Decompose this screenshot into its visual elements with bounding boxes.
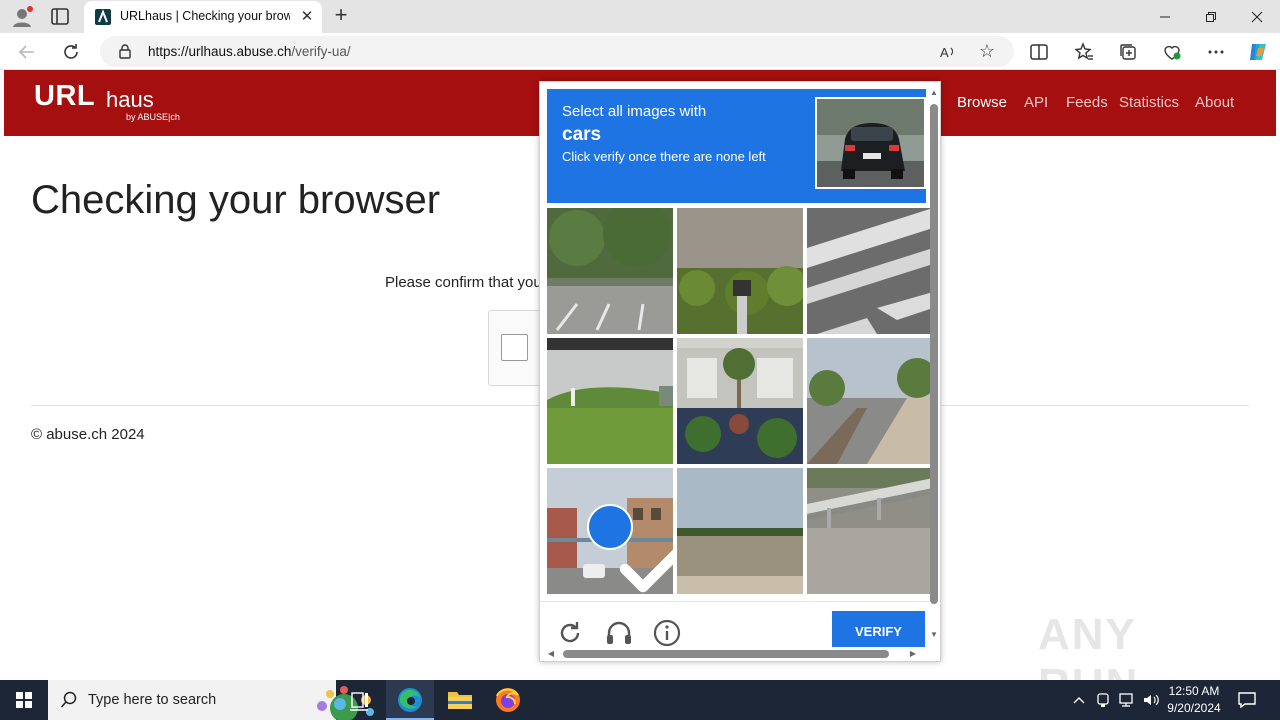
- refresh-challenge-icon[interactable]: [556, 618, 586, 648]
- minimize-icon[interactable]: [1142, 0, 1188, 32]
- search-icon: [60, 691, 78, 709]
- refresh-icon[interactable]: [58, 39, 84, 65]
- challenge-vertical-scrollbar[interactable]: ▲ ▼: [929, 88, 939, 640]
- challenge-horizontal-scrollbar[interactable]: ◀ ▶: [546, 648, 924, 660]
- scroll-up-icon[interactable]: ▲: [929, 88, 939, 98]
- show-hidden-icons-icon[interactable]: [1070, 691, 1088, 709]
- nav-about[interactable]: About: [1195, 94, 1234, 111]
- page-title: Checking your browser: [31, 178, 441, 222]
- captcha-challenge-dialog: Select all images with cars Click verify…: [539, 81, 941, 662]
- copilot-icon[interactable]: [1246, 40, 1270, 64]
- active-tab[interactable]: URLhaus | Checking your browser ✕: [84, 1, 322, 33]
- lock-icon[interactable]: [118, 44, 132, 59]
- captcha-checkbox[interactable]: [501, 334, 528, 361]
- captcha-tile-9[interactable]: [807, 468, 933, 594]
- tab-actions-icon[interactable]: [48, 6, 72, 28]
- start-button[interactable]: [0, 680, 48, 720]
- new-tab-button[interactable]: +: [330, 4, 352, 27]
- nav-feeds[interactable]: Feeds: [1066, 94, 1108, 111]
- audio-challenge-icon[interactable]: [604, 618, 634, 648]
- url-text: https://urlhaus.abuse.ch/verify-ua/: [148, 44, 351, 59]
- read-aloud-icon[interactable]: A: [938, 42, 958, 62]
- clock-date: 9/20/2024: [1167, 701, 1221, 715]
- captcha-tile-4[interactable]: [547, 338, 673, 464]
- address-toolbar: https://urlhaus.abuse.ch/verify-ua/ A ☆: [0, 33, 1280, 70]
- browser-essentials-icon[interactable]: [1161, 41, 1183, 63]
- taskbar-search[interactable]: Type here to search: [48, 680, 374, 720]
- restore-icon[interactable]: [1188, 0, 1234, 32]
- captcha-tile-3[interactable]: [807, 208, 933, 334]
- sample-car-image: [815, 97, 926, 189]
- clock-time: 12:50 AM: [1168, 684, 1220, 698]
- verify-button[interactable]: VERIFY: [832, 611, 925, 647]
- captcha-prompt: Select all images with cars Click verify…: [547, 89, 926, 203]
- selected-check-icon: [587, 504, 673, 593]
- edge-taskbar-icon[interactable]: [386, 680, 434, 720]
- profile-icon[interactable]: [10, 5, 34, 29]
- firefox-icon[interactable]: [484, 680, 532, 720]
- tab-close-icon[interactable]: ✕: [298, 8, 316, 26]
- task-view-icon[interactable]: [336, 680, 384, 720]
- challenge-footer-divider: [540, 601, 930, 602]
- confirm-text: Please confirm that you are human: [385, 274, 545, 291]
- taskbar-clock[interactable]: 12:50 AM 9/20/2024: [1160, 683, 1228, 719]
- volume-icon[interactable]: [1142, 691, 1160, 709]
- scroll-left-icon[interactable]: ◀: [546, 648, 556, 660]
- browser-tab-bar: URLhaus | Checking your browser ✕ +: [0, 0, 1280, 33]
- back-icon[interactable]: [14, 39, 40, 65]
- anyrun-watermark: ANY RUN: [1038, 610, 1137, 709]
- favorites-icon[interactable]: [1073, 41, 1095, 63]
- scroll-thumb[interactable]: [930, 104, 938, 604]
- captcha-tile-7[interactable]: [547, 468, 673, 594]
- urlhaus-favicon-icon: [95, 9, 111, 25]
- scroll-right-icon[interactable]: ▶: [908, 648, 918, 660]
- captcha-tile-5[interactable]: [677, 338, 803, 464]
- svg-text:A: A: [940, 45, 949, 60]
- captcha-tile-6[interactable]: [807, 338, 933, 464]
- prompt-line: Select all images with: [562, 103, 707, 120]
- file-explorer-icon[interactable]: [436, 680, 484, 720]
- prompt-instruction: Click verify once there are none left: [562, 149, 766, 164]
- notifications-icon[interactable]: [1236, 689, 1258, 711]
- captcha-tile-2[interactable]: [677, 208, 803, 334]
- urlhaus-logo[interactable]: URL haus by ABUSE|ch: [34, 80, 194, 124]
- favorite-star-icon[interactable]: ☆: [976, 40, 998, 62]
- network-drive-icon[interactable]: [1094, 691, 1112, 709]
- scroll-thumb-horizontal[interactable]: [563, 650, 889, 658]
- scroll-down-icon[interactable]: ▼: [929, 630, 939, 640]
- nav-browse[interactable]: Browse: [957, 94, 1007, 111]
- network-icon[interactable]: [1118, 691, 1136, 709]
- info-icon[interactable]: [652, 618, 682, 648]
- more-options-icon[interactable]: [1205, 41, 1227, 63]
- nav-statistics[interactable]: Statistics: [1119, 94, 1179, 111]
- captcha-tile-8[interactable]: [677, 468, 803, 594]
- captcha-tile-1[interactable]: [547, 208, 673, 334]
- window-close-icon[interactable]: [1234, 0, 1280, 32]
- search-placeholder: Type here to search: [88, 692, 217, 708]
- windows-taskbar: Type here to search 12:50 AM 9/20/2024: [0, 680, 1280, 720]
- collections-icon[interactable]: [1117, 41, 1139, 63]
- tab-title: URLhaus | Checking your browser: [120, 9, 290, 23]
- nav-api[interactable]: API: [1024, 94, 1048, 111]
- copyright: © abuse.ch 2024: [31, 426, 145, 443]
- prompt-target: cars: [562, 124, 602, 145]
- split-screen-icon[interactable]: [1028, 41, 1050, 63]
- address-bar[interactable]: https://urlhaus.abuse.ch/verify-ua/ A ☆: [100, 36, 1014, 67]
